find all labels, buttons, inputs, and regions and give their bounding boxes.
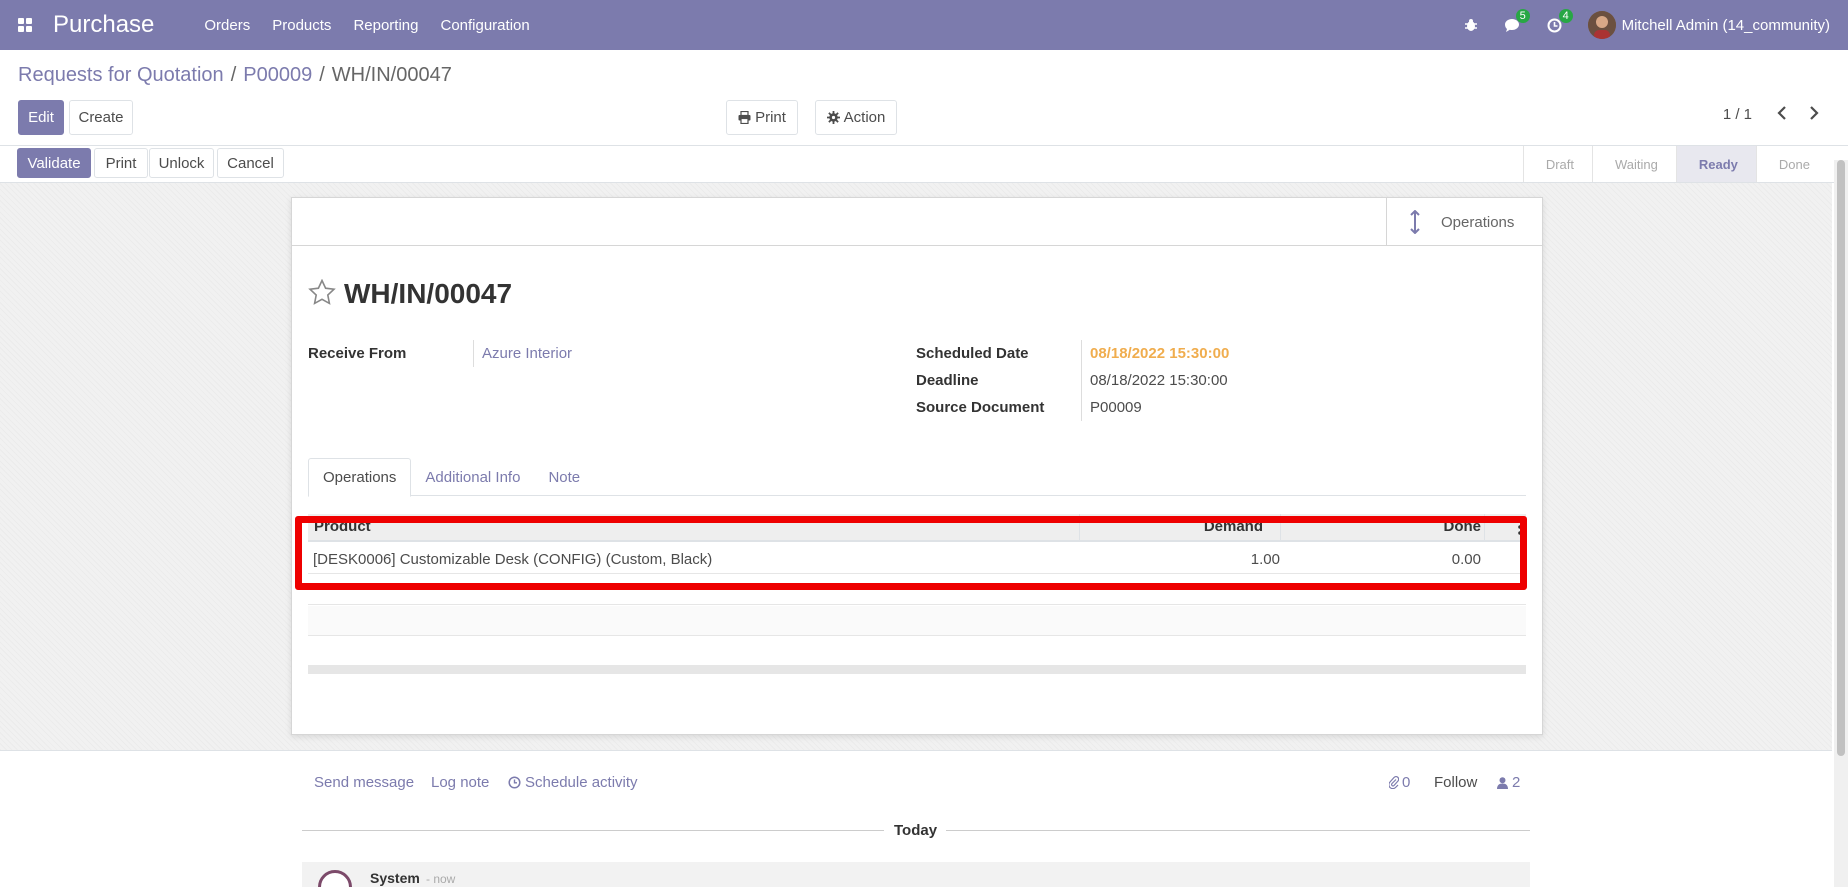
attachments-count: 0 [1402,774,1411,791]
scheduled-date-label: Scheduled Date [916,345,1029,362]
menu-orders[interactable]: Orders [204,17,250,34]
message-time: - now [426,872,456,886]
deadline-label: Deadline [916,372,979,389]
tab-additional-info[interactable]: Additional Info [411,458,534,496]
apps-menu-icon[interactable] [0,0,50,50]
favorite-star-icon[interactable] [308,278,336,309]
log-note-button[interactable]: Log note [431,774,489,791]
breadcrumb: Requests for Quotation / P00009 / WH/IN/… [18,64,452,87]
edit-button[interactable]: Edit [18,100,64,135]
form-sheet: Operations WH/IN/00047 Receive From Azur… [291,197,1543,735]
tab-operations[interactable]: Operations [308,458,412,497]
activities-count-badge: 4 [1558,8,1573,23]
system-avatar [318,870,352,887]
menu-reporting[interactable]: Reporting [353,17,418,34]
status-stages: Draft Waiting Ready Done [1522,146,1828,182]
messages-icon[interactable]: 5 [1504,8,1530,33]
app-name[interactable]: Purchase [53,11,154,39]
debug-bug-icon[interactable] [1464,18,1478,32]
activities-clock-icon[interactable]: 4 [1547,8,1573,33]
operations-smart-button-label: Operations [1441,213,1515,231]
followers-count: 2 [1512,774,1521,791]
clock-icon [508,776,521,789]
breadcrumb-current: WH/IN/00047 [331,64,452,86]
breadcrumb-po[interactable]: P00009 [243,64,312,87]
menu-configuration[interactable]: Configuration [440,17,529,34]
source-document-label: Source Document [916,399,1045,416]
scrollbar-thumb[interactable] [1837,160,1845,756]
record-title: WH/IN/00047 [344,278,513,309]
breadcrumb-separator: / [319,64,325,86]
schedule-activity-button[interactable]: Schedule activity [508,774,638,791]
messages-count-badge: 5 [1515,8,1530,23]
menu-products[interactable]: Products [272,17,331,34]
breadcrumb-rfq[interactable]: Requests for Quotation [18,64,224,87]
operations-smart-button[interactable]: Operations [1386,198,1542,246]
notebook-tabs: Operations Additional Info Note [308,458,1526,497]
scheduled-date-value: 08/18/2022 15:30:00 [1081,340,1229,367]
today-divider-right [946,830,1530,831]
send-message-button[interactable]: Send message [314,774,414,791]
chatter-message: System - now [302,862,1530,887]
user-name[interactable]: Mitchell Admin (14_community) [1622,17,1830,34]
user-avatar[interactable] [1587,11,1616,39]
table-footer [308,666,1526,674]
vertical-arrows-icon [1407,210,1423,234]
pager-previous-icon[interactable] [1776,104,1788,125]
schedule-activity-label: Schedule activity [525,774,638,791]
message-author[interactable]: System [370,870,420,886]
pager-next-icon[interactable] [1808,104,1820,125]
print-dropdown-button[interactable]: Print [726,100,798,135]
stage-done: Done [1755,146,1828,182]
stage-waiting: Waiting [1592,146,1676,182]
highlight-annotation-box [295,516,1527,590]
stage-ready: Ready [1675,146,1756,182]
smart-button-box: Operations [292,198,1542,246]
breadcrumb-separator: / [230,64,237,86]
receive-from-value[interactable]: Azure Interior [473,340,572,367]
today-divider-left [302,830,884,831]
page-scrollbar[interactable] [1834,160,1848,887]
action-label: Action [843,109,886,126]
print-button[interactable]: Print [94,148,148,178]
receive-from-label: Receive From [308,345,407,362]
gear-icon [826,111,840,124]
validate-button[interactable]: Validate [17,148,91,178]
followers-button[interactable]: 2 [1497,774,1520,791]
top-navbar: Purchase Orders Products Reporting Confi… [0,0,1848,50]
deadline-value: 08/18/2022 15:30:00 [1081,367,1228,394]
record-title-row: WH/IN/00047 [308,278,512,310]
empty-table-row [308,636,1526,666]
tab-note[interactable]: Note [534,458,594,496]
pager-value[interactable]: 1 / 1 [1723,106,1752,123]
user-icon [1497,776,1508,789]
source-document-value: P00009 [1081,394,1142,421]
unlock-button[interactable]: Unlock [149,148,214,178]
attachments-button[interactable]: 0 [1389,774,1410,791]
action-dropdown-button[interactable]: Action [815,100,897,135]
follow-button[interactable]: Follow [1434,774,1477,791]
today-label: Today [894,822,938,839]
paperclip-icon [1389,776,1399,789]
stage-draft: Draft [1522,146,1592,182]
print-icon [738,111,751,124]
create-button[interactable]: Create [69,100,133,135]
empty-table-row [308,606,1526,636]
print-label: Print [755,109,786,126]
cancel-button[interactable]: Cancel [217,148,284,178]
